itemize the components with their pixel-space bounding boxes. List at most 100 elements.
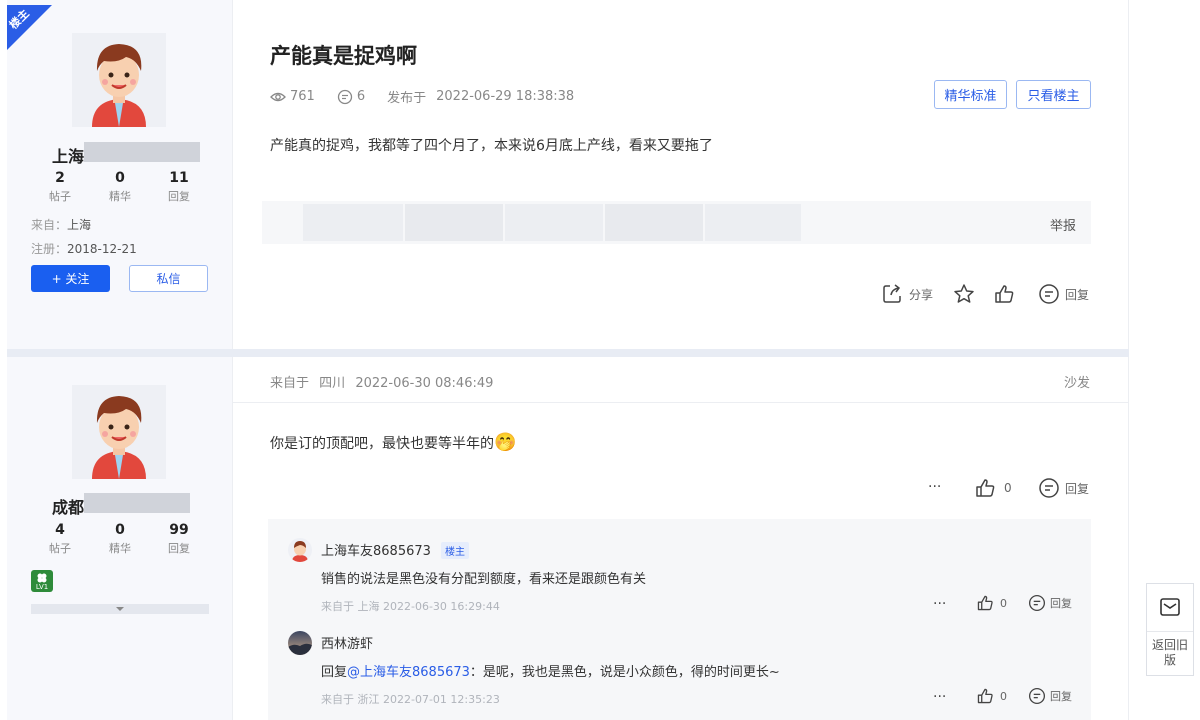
star-icon	[953, 283, 975, 305]
avatar[interactable]	[72, 385, 166, 479]
avatar[interactable]	[72, 33, 166, 127]
subreply-content: 销售的说法是黑色没有分配到额度，看来还是跟颜色有关	[321, 572, 647, 587]
reply-author-posts-label: 帖子	[49, 542, 71, 555]
avatar[interactable]	[288, 538, 312, 562]
author-essence-count: 0	[115, 170, 125, 186]
avatar-cartoon-icon	[72, 385, 166, 479]
subreply-reply-button[interactable]: 回复	[1028, 594, 1072, 612]
thumbs-up-icon	[976, 687, 994, 705]
reply-author-name[interactable]: 成都	[52, 494, 84, 518]
author-replies-label: 回复	[168, 190, 190, 203]
more-button[interactable]: ···	[928, 479, 941, 495]
subreply-meta: 来自于 上海 2022-06-30 16:29:44	[321, 600, 500, 613]
essence-standard-button[interactable]: 精华标准	[934, 80, 1007, 109]
share-button[interactable]: 分享	[881, 283, 933, 305]
like-count: 0	[1000, 596, 1007, 610]
like-button[interactable]	[993, 283, 1015, 305]
comment-icon	[1038, 283, 1060, 305]
reply-label: 回复	[1065, 481, 1090, 496]
floating-panel: 返回旧版	[1146, 583, 1194, 676]
subreply-meta: 来自于 浙江 2022-07-01 12:35:23	[321, 693, 500, 706]
avatar-landscape-icon	[288, 631, 312, 655]
follow-button[interactable]: + 关注	[31, 265, 110, 292]
chevron-down-icon	[116, 607, 124, 611]
redacted-block	[605, 204, 703, 241]
reply-author-essence-label: 精华	[109, 542, 131, 555]
op-badge: 楼主	[441, 542, 469, 559]
author-from: 来自：上海	[31, 216, 91, 233]
post-content: 产能真的捉鸡，我都等了四个月了，本来说6月底上产线，看来又要拖了	[270, 138, 713, 154]
share-icon	[881, 283, 903, 305]
reply-content: 你是订的顶配吧，最快也要等半年的🤭	[270, 432, 516, 453]
redacted-block	[405, 204, 503, 241]
author-reg-label: 注册：	[31, 242, 68, 256]
back-to-old-version-button[interactable]: 返回旧版	[1147, 638, 1193, 668]
reply-prefix: 回复	[321, 665, 348, 680]
mention-link[interactable]: @上海车友8685673	[347, 665, 470, 680]
author-reg-value: 2018-12-21	[67, 242, 137, 256]
subreply-content: 回复@上海车友8685673：是呢，我也是黑色，说是小众颜色，得的时间更长~	[321, 661, 780, 680]
redacted-block	[505, 204, 603, 241]
author-replies-count: 11	[169, 170, 189, 186]
reply-like-button[interactable]: 0	[974, 477, 1012, 499]
more-button[interactable]: ···	[933, 689, 946, 705]
emoji-icon: 🤭	[494, 432, 517, 453]
published-time: 2022-06-29 18:38:38	[436, 89, 575, 104]
report-link[interactable]: 举报	[1050, 215, 1076, 234]
redacted-block	[705, 204, 801, 241]
reply-from-prefix: 来自于	[270, 376, 310, 391]
reply-author-posts-count: 4	[55, 522, 65, 538]
panel-divider	[1147, 631, 1193, 632]
header-divider	[233, 402, 1129, 403]
reply-location: 四川	[319, 376, 346, 391]
author-posts-label: 帖子	[49, 190, 71, 203]
post-stats: 761 6 发布于 2022-06-29 18:38:38	[270, 87, 574, 106]
comment-icon	[1028, 594, 1046, 612]
author-registered: 注册：2018-12-21	[31, 240, 137, 257]
floor-label: 沙发	[1064, 376, 1091, 391]
page: 楼主 上海 2 帖子 0 精华 11 回复 来自：上海 注册：2018-12-2…	[0, 0, 1200, 720]
floor-divider	[7, 349, 1129, 357]
reply-label: 回复	[1050, 690, 1072, 703]
reply-time: 2022-06-30 08:46:49	[355, 376, 494, 391]
reply-author-replies-count: 99	[169, 522, 189, 538]
subreply-like-button[interactable]: 0	[976, 687, 1007, 705]
avatar[interactable]	[288, 631, 312, 655]
author-posts-count: 2	[55, 170, 65, 186]
favorite-button[interactable]	[953, 283, 975, 305]
eye-icon	[270, 89, 286, 105]
like-count: 0	[1004, 481, 1012, 495]
reply-label: 回复	[1065, 287, 1090, 302]
thumbs-up-icon	[993, 283, 1015, 305]
share-label: 分享	[909, 287, 934, 302]
subreply-reply-button[interactable]: 回复	[1028, 687, 1072, 705]
redacted-block	[303, 204, 403, 241]
comment-icon	[1038, 477, 1060, 499]
expand-toggle[interactable]	[31, 604, 209, 614]
author-name-redacted	[84, 142, 200, 162]
subreply-author-name[interactable]: 西林游虾	[321, 633, 373, 652]
avatar-cartoon-icon	[72, 33, 166, 127]
subreply-like-button[interactable]: 0	[976, 594, 1007, 612]
reply-header: 来自于 四川 2022-06-30 08:46:49	[270, 372, 493, 391]
comment-count: 6	[356, 89, 366, 104]
private-message-button[interactable]: 私信	[129, 265, 208, 292]
subreply-author-name[interactable]: 上海车友8685673	[321, 540, 431, 559]
only-op-button[interactable]: 只看楼主	[1016, 80, 1091, 109]
reply-reply-button[interactable]: 回复	[1038, 477, 1089, 499]
thumbs-up-icon	[976, 594, 994, 612]
reply-label: 回复	[1050, 597, 1072, 610]
like-count: 0	[1000, 689, 1007, 703]
author-name[interactable]: 上海	[52, 143, 84, 167]
comment-icon	[337, 89, 353, 105]
author-from-label: 来自：	[31, 218, 68, 232]
comment-icon	[1028, 687, 1046, 705]
clover-icon	[37, 573, 47, 583]
more-button[interactable]: ···	[933, 596, 946, 612]
reply-author-essence-count: 0	[115, 522, 125, 538]
level-badge-icon: LV1	[31, 570, 53, 592]
published-prefix: 发布于	[387, 91, 427, 106]
mail-icon[interactable]	[1160, 598, 1180, 620]
subreply-text: ：是呢，我也是黑色，说是小众颜色，得的时间更长~	[469, 665, 780, 680]
reply-button[interactable]: 回复	[1038, 283, 1089, 305]
